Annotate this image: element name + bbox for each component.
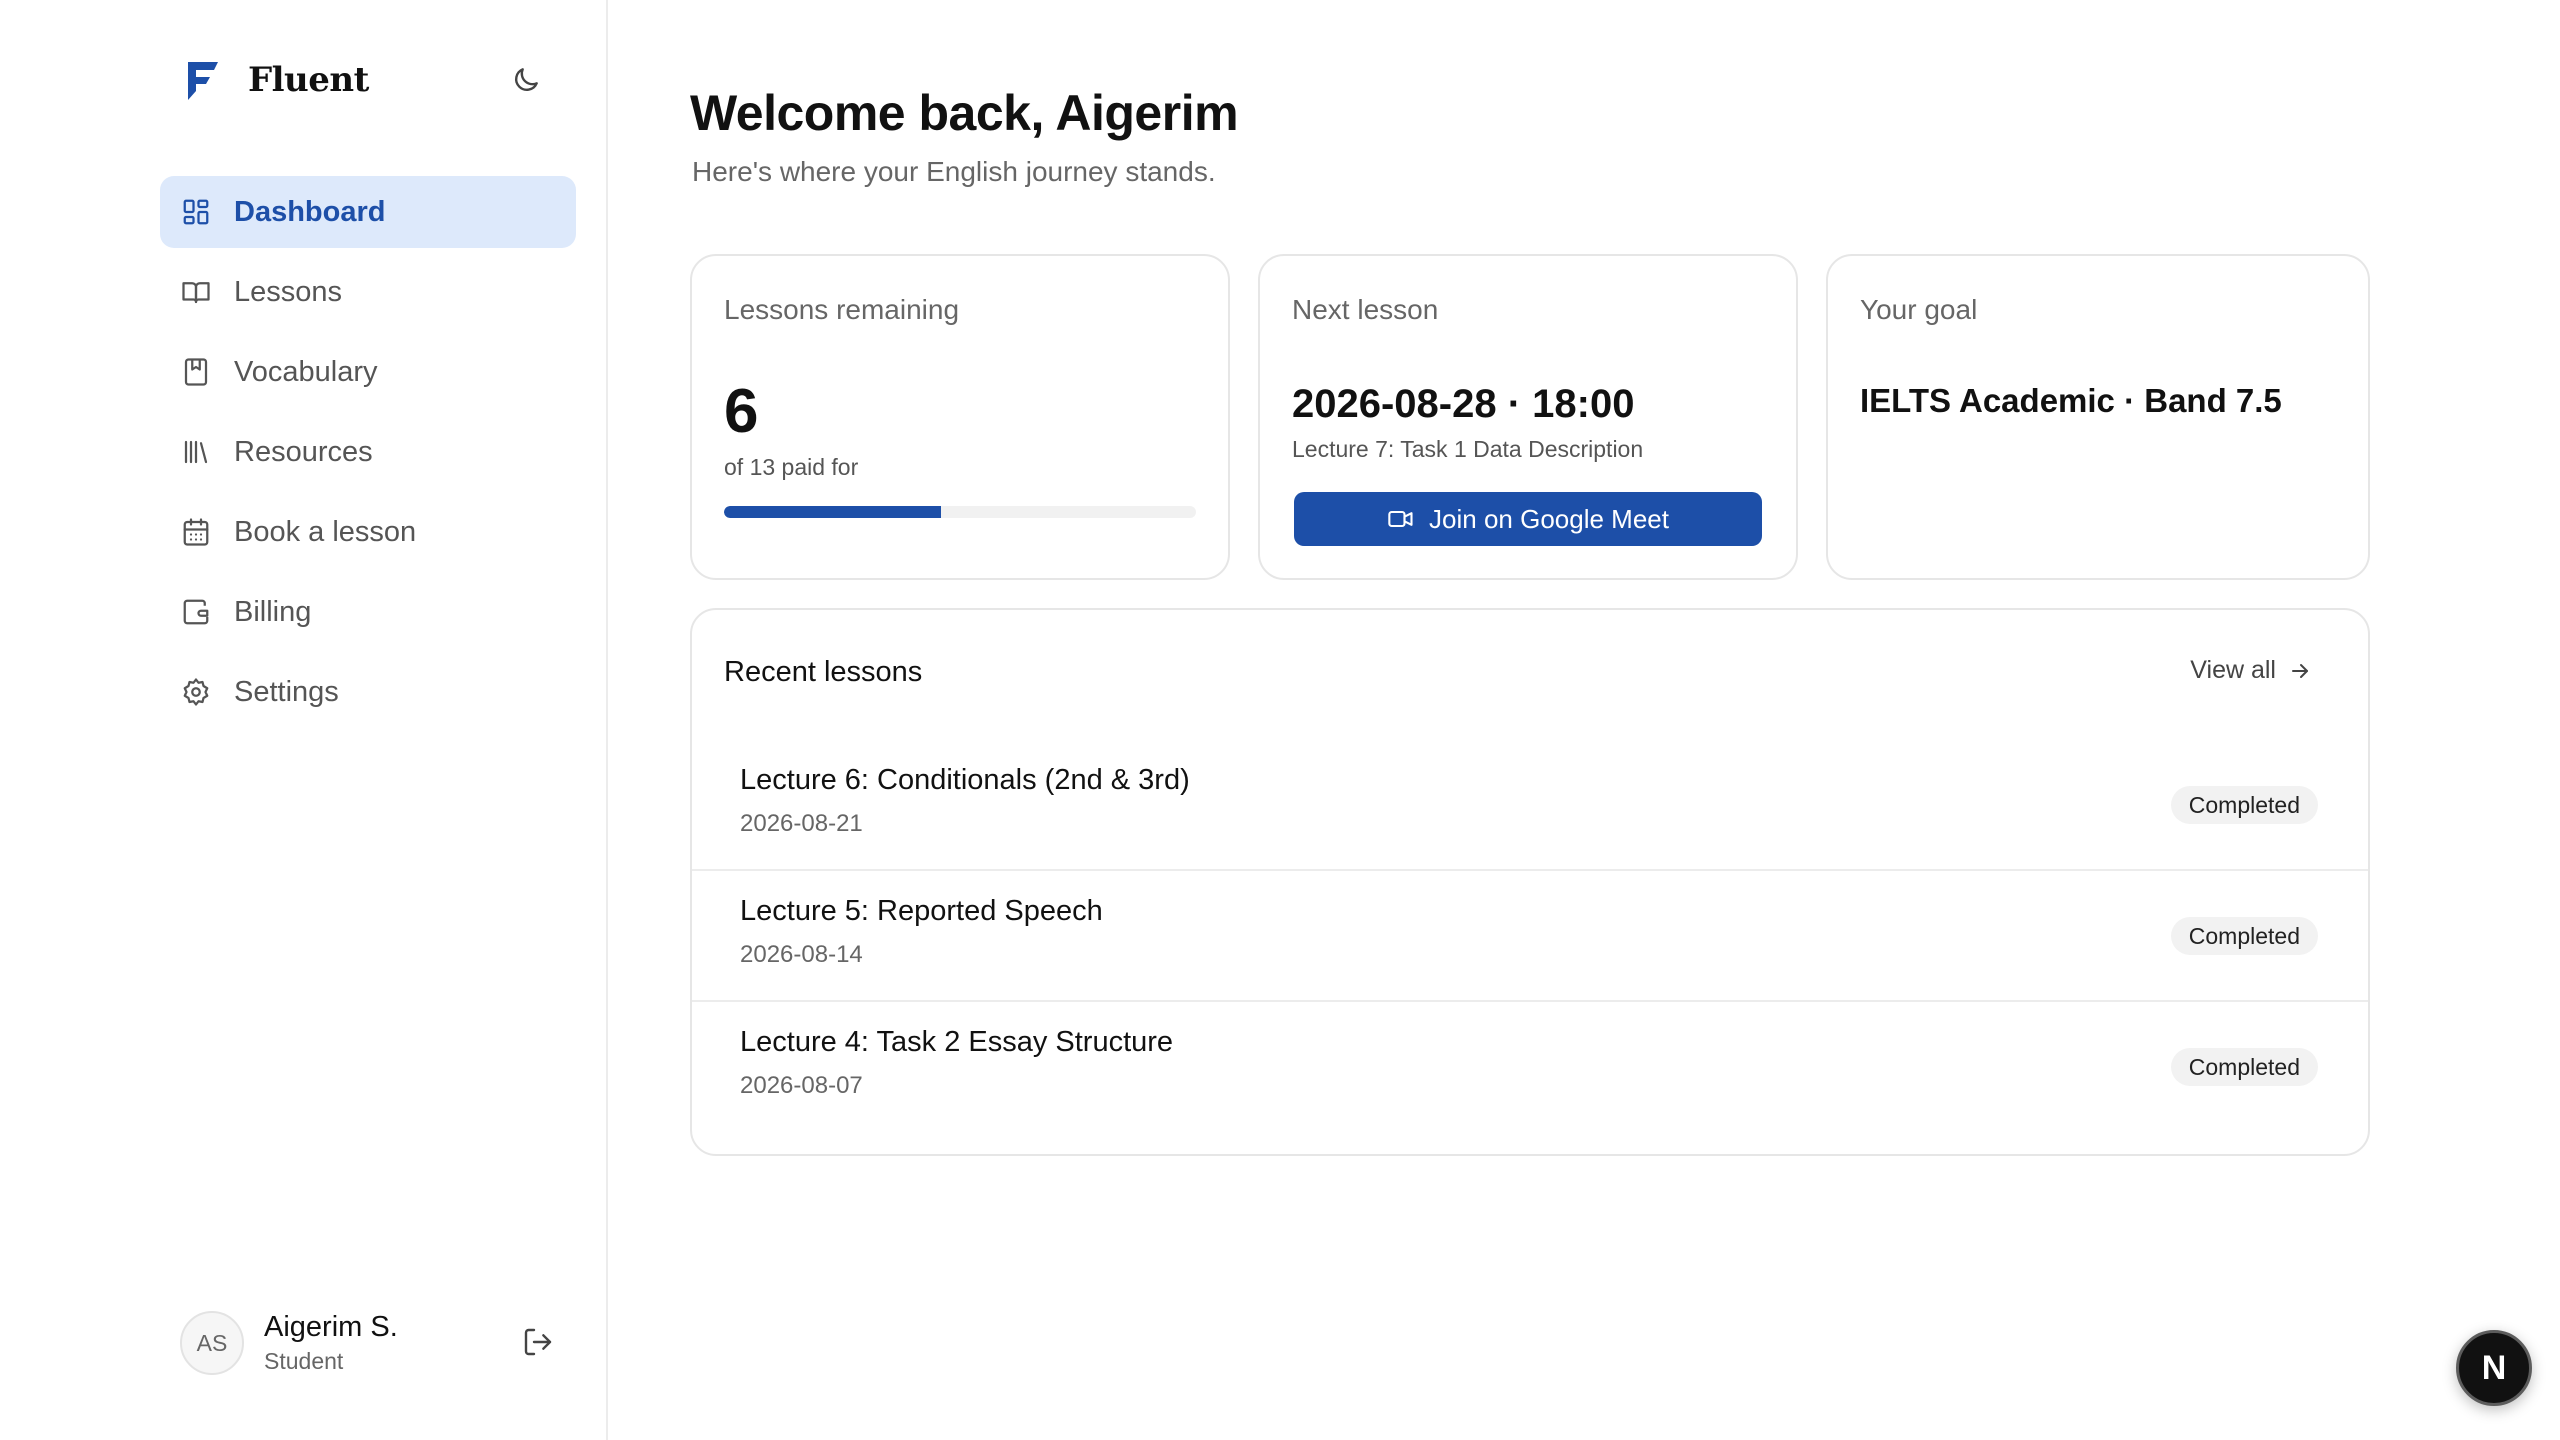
sidebar-item-vocabulary[interactable]: Vocabulary	[160, 336, 576, 408]
theme-toggle-button[interactable]	[508, 62, 544, 98]
sidebar-nav: Dashboard Lessons Vocabulary Resources B…	[160, 176, 576, 736]
video-camera-icon	[1388, 510, 1413, 528]
lessons-remaining-count: 6	[724, 377, 759, 446]
sidebar-item-lessons[interactable]: Lessons	[160, 256, 576, 328]
page-title: Welcome back, Aigerim	[690, 85, 1239, 141]
sidebar-item-label: Resources	[234, 435, 373, 468]
sidebar-item-label: Book a lesson	[234, 515, 417, 548]
lessons-remaining-card: Lessons remaining 6 of 13 paid for	[690, 254, 1230, 580]
sidebar-item-label: Billing	[234, 595, 312, 628]
status-badge: Completed	[2170, 786, 2318, 824]
avatar[interactable]: AS	[180, 1311, 244, 1375]
status-badge: Completed	[2170, 1048, 2318, 1086]
next-lesson-datetime: 2026-08-28 · 18:00	[1292, 382, 1635, 426]
sidebar-item-resources[interactable]: Resources	[160, 416, 576, 488]
brand[interactable]: Fluent	[182, 56, 369, 104]
moon-icon	[515, 68, 538, 91]
sidebar-item-book-a-lesson[interactable]: Book a lesson	[160, 496, 576, 568]
next-lesson-card: Next lesson 2026-08-28 · 18:00 Lecture 7…	[1258, 254, 1798, 580]
card-label: Your goal	[1860, 294, 1978, 325]
gear-icon	[180, 676, 212, 708]
library-icon	[180, 436, 212, 468]
sidebar-item-settings[interactable]: Settings	[160, 656, 576, 728]
card-label: Next lesson	[1292, 294, 1439, 325]
lesson-row[interactable]: Lecture 4: Task 2 Essay Structure 2026-0…	[692, 1002, 2368, 1133]
view-all-label: View all	[2190, 656, 2276, 684]
join-google-meet-button[interactable]: Join on Google Meet	[1294, 492, 1762, 546]
recent-lessons-list: Lecture 6: Conditionals (2nd & 3rd) 2026…	[692, 740, 2368, 1133]
lesson-row[interactable]: Lecture 6: Conditionals (2nd & 3rd) 2026…	[692, 740, 2368, 871]
arrow-right-icon	[2292, 663, 2308, 678]
lesson-title: Lecture 6: Conditionals (2nd & 3rd)	[740, 764, 1190, 796]
bookmark-book-icon	[180, 356, 212, 388]
sidebar-item-dashboard[interactable]: Dashboard	[160, 176, 576, 248]
lesson-title: Lecture 4: Task 2 Essay Structure	[740, 1026, 1174, 1058]
calendar-icon	[180, 516, 212, 548]
sidebar-item-label: Lessons	[234, 275, 343, 308]
nextjs-dev-button[interactable]: N	[2456, 1330, 2532, 1406]
lesson-date: 2026-08-07	[740, 1072, 863, 1099]
view-all-link[interactable]: View all	[2190, 656, 2312, 685]
user-profile: AS Aigerim S. Student	[180, 1308, 580, 1378]
page-subtitle: Here's where your English journey stands…	[692, 156, 1216, 187]
sidebar-item-label: Dashboard	[234, 195, 386, 228]
logout-icon	[524, 1328, 552, 1356]
lesson-date: 2026-08-14	[740, 941, 863, 968]
next-lesson-title: Lecture 7: Task 1 Data Description	[1292, 436, 1644, 462]
wallet-icon	[180, 596, 212, 628]
sidebar-item-billing[interactable]: Billing	[160, 576, 576, 648]
lessons-progress-bar	[724, 506, 1196, 518]
sidebar-item-label: Settings	[234, 675, 339, 708]
user-name: Aigerim S.	[264, 1311, 398, 1343]
dashboard-grid-icon	[180, 196, 212, 228]
status-badge: Completed	[2170, 917, 2318, 955]
user-info: Aigerim S. Student	[264, 1311, 398, 1375]
card-label: Lessons remaining	[724, 294, 960, 325]
sidebar: Fluent Dashboard Lessons Vocabulary Reso…	[0, 0, 608, 1440]
progress-fill	[724, 506, 942, 518]
recent-lessons-card: Recent lessons View all Lecture 6: Condi…	[690, 608, 2370, 1156]
brand-name: Fluent	[248, 60, 369, 100]
lesson-row[interactable]: Lecture 5: Reported Speech 2026-08-14 Co…	[692, 871, 2368, 1002]
fluent-logo-icon	[188, 62, 218, 100]
user-role: Student	[264, 1348, 344, 1374]
lessons-paid-caption: of 13 paid for	[724, 454, 859, 480]
goal-value: IELTS Academic · Band 7.5	[1860, 382, 2282, 419]
recent-lessons-title: Recent lessons	[724, 656, 923, 688]
sidebar-item-label: Vocabulary	[234, 355, 378, 388]
join-meet-label: Join on Google Meet	[1429, 503, 1669, 534]
logout-button[interactable]	[520, 1324, 556, 1360]
lesson-date: 2026-08-21	[740, 810, 863, 837]
lesson-title: Lecture 5: Reported Speech	[740, 895, 1103, 927]
goal-card: Your goal IELTS Academic · Band 7.5	[1826, 254, 2370, 580]
book-open-icon	[180, 276, 212, 308]
